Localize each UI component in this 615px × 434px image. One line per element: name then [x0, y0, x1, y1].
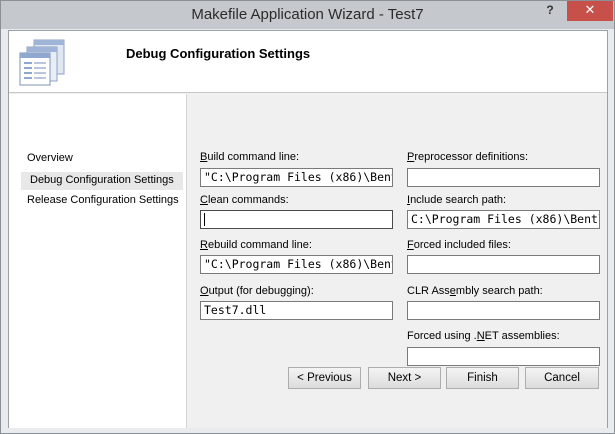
nav-item-debug-settings[interactable]: Debug Configuration Settings — [30, 174, 174, 186]
wizard-window: Makefile Application Wizard - Test7 ? ✕ — [0, 0, 615, 434]
wizard-nav: Overview Debug Configuration Settings Re… — [9, 94, 186, 428]
build-command-label: Build command line: — [200, 151, 300, 163]
nav-item-overview[interactable]: Overview — [27, 152, 73, 164]
cancel-button[interactable]: Cancel — [525, 367, 599, 389]
include-path-label: Include search path: — [407, 194, 507, 206]
close-button[interactable]: ✕ — [567, 1, 613, 21]
wizard-pages-icon — [19, 39, 65, 86]
next-button[interactable]: Next > — [368, 367, 441, 389]
clean-commands-input[interactable] — [200, 210, 393, 229]
header-band: Debug Configuration Settings — [9, 31, 607, 93]
output-label: Output (for debugging): — [200, 285, 314, 297]
help-button[interactable]: ? — [539, 2, 561, 20]
nav-item-release-settings[interactable]: Release Configuration Settings — [27, 194, 179, 206]
dialog-client: Debug Configuration Settings Overview De… — [8, 30, 608, 428]
output-input[interactable]: Test7.dll — [200, 301, 393, 320]
clean-commands-label: Clean commands: — [200, 194, 289, 206]
preprocessor-label: Preprocessor definitions: — [407, 151, 529, 163]
title-bar[interactable]: Makefile Application Wizard - Test7 ? ✕ — [1, 1, 614, 29]
forced-net-input[interactable] — [407, 347, 600, 366]
finish-button[interactable]: Finish — [446, 367, 519, 389]
forced-includes-label: Forced included files: — [407, 239, 511, 251]
preprocessor-input[interactable] — [407, 168, 600, 187]
text-caret — [204, 213, 205, 226]
include-path-input[interactable]: C:\Program Files (x86)\Bentley\M — [407, 210, 600, 229]
clr-path-label: CLR Assembly search path: — [407, 285, 543, 297]
rebuild-command-input[interactable]: "C:\Program Files (x86)\Bentley\ — [200, 255, 393, 274]
window-title: Makefile Application Wizard - Test7 — [191, 6, 424, 23]
forced-net-label: Forced using .NET assemblies: — [407, 330, 560, 342]
clr-path-input[interactable] — [407, 301, 600, 320]
rebuild-command-label: Rebuild command line: — [200, 239, 312, 251]
page-title: Debug Configuration Settings — [126, 46, 311, 61]
previous-button[interactable]: < Previous — [288, 367, 361, 389]
build-command-input[interactable]: "C:\Program Files (x86)\Bentley\ — [200, 168, 393, 187]
forced-includes-input[interactable] — [407, 255, 600, 274]
